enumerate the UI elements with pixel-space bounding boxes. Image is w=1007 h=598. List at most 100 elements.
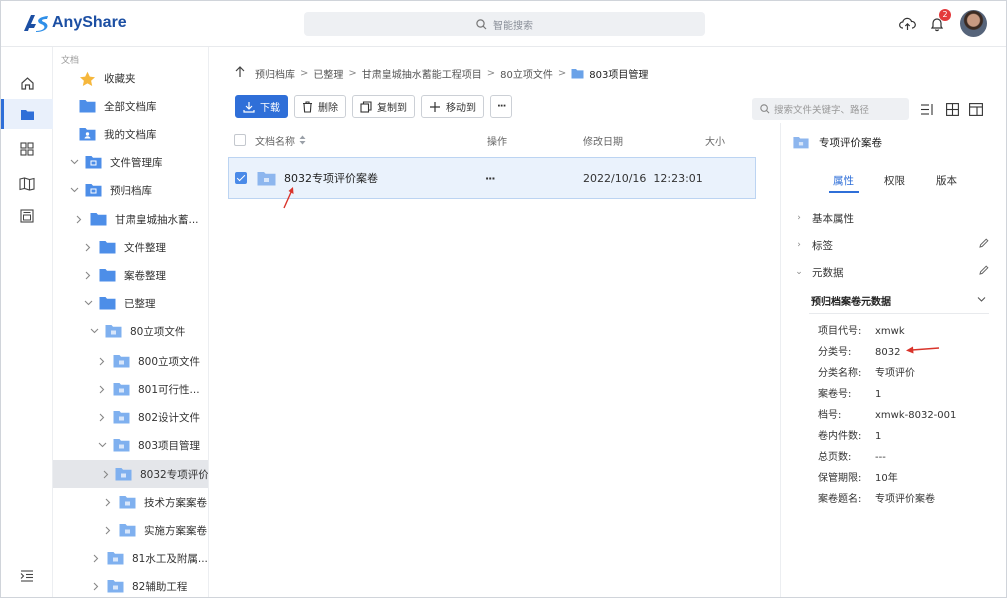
tree-item[interactable]: 802设计文件 xyxy=(53,403,208,431)
move-to-button[interactable]: 移动到 xyxy=(421,95,484,118)
move-icon xyxy=(430,101,440,112)
breadcrumb-item[interactable]: 甘肃皇城抽水蓄能工程项目 xyxy=(362,66,482,81)
library-icon xyxy=(85,183,102,197)
metadata-group-title[interactable]: 预归档案卷元数据 xyxy=(811,293,991,308)
tab-properties[interactable]: 属性 xyxy=(833,173,854,188)
home-icon[interactable] xyxy=(1,68,53,98)
section-basic-properties[interactable]: › 基本属性 xyxy=(794,209,994,227)
section-tags[interactable]: › 标签 xyxy=(794,236,994,254)
breadcrumb-separator: > xyxy=(557,68,567,79)
breadcrumb-item[interactable]: 预归档库 xyxy=(255,66,295,81)
grid-view-icon[interactable] xyxy=(944,101,960,117)
breadcrumb-item[interactable]: 已整理 xyxy=(313,66,343,81)
chevron-right-icon[interactable] xyxy=(103,497,113,507)
table-row[interactable]: 8032专项评价案卷 ··· 2022/10/16 12:23:01 xyxy=(228,157,756,199)
chevron-down-icon[interactable] xyxy=(977,293,986,306)
row-more-button[interactable]: ··· xyxy=(485,172,496,185)
app-logo[interactable]: AnyShare xyxy=(23,11,127,35)
tree-item[interactable]: 803项目管理 xyxy=(53,431,208,459)
column-size[interactable]: 大小 xyxy=(705,133,725,148)
tree-item[interactable]: 8032专项评价案 xyxy=(53,460,209,488)
chevron-right-icon[interactable] xyxy=(103,469,109,479)
detail-title-row: 专项评价案卷 xyxy=(793,135,882,150)
chevron-right-icon[interactable] xyxy=(91,553,101,563)
chevron-down-icon[interactable] xyxy=(97,440,107,450)
archive-folder-icon xyxy=(113,410,130,424)
tree-item-label: 文件整理 xyxy=(124,241,166,254)
tree-item[interactable]: 800立项文件 xyxy=(53,347,208,375)
edit-pencil-icon[interactable] xyxy=(979,238,989,251)
left-rail xyxy=(1,47,53,597)
tree-item[interactable]: 文件管理库 xyxy=(53,148,208,176)
global-search-input[interactable]: 智能搜索 xyxy=(304,12,705,36)
tree-item-label: 收藏夹 xyxy=(104,72,136,85)
tree-item[interactable]: 案卷整理 xyxy=(53,261,208,289)
download-label: 下载 xyxy=(260,103,280,114)
chevron-right-icon[interactable] xyxy=(83,242,93,252)
delete-button[interactable]: 删除 xyxy=(294,95,346,118)
tree-item[interactable]: 技术方案案卷 xyxy=(53,488,208,516)
tree-item[interactable]: 甘肃皇城抽水蓄... xyxy=(53,205,208,233)
back-arrow-icon[interactable] xyxy=(235,66,245,81)
edit-pencil-icon[interactable] xyxy=(979,265,989,278)
select-all-checkbox[interactable] xyxy=(234,134,246,146)
book-icon[interactable] xyxy=(1,169,53,199)
chevron-right-icon[interactable] xyxy=(83,270,93,280)
chevron-down-icon[interactable] xyxy=(69,185,79,195)
apps-grid-icon[interactable] xyxy=(1,134,53,164)
row-checkbox[interactable] xyxy=(235,172,247,184)
chevron-down-icon[interactable] xyxy=(89,326,99,336)
chevron-right-icon[interactable] xyxy=(97,412,107,422)
tree-item[interactable]: 文件整理 xyxy=(53,233,208,261)
documents-folder-icon[interactable] xyxy=(1,99,53,129)
chevron-right-icon[interactable] xyxy=(91,581,101,591)
tree-item[interactable]: 80立项文件 xyxy=(53,317,208,345)
download-button[interactable]: 下载 xyxy=(235,95,288,118)
user-folder-icon xyxy=(79,127,96,141)
chevron-right-icon[interactable] xyxy=(97,384,107,394)
tree-item[interactable]: 我的文档库 xyxy=(53,120,208,148)
copy-to-button[interactable]: 复制到 xyxy=(352,95,415,118)
sort-list-icon[interactable] xyxy=(919,101,935,117)
file-search-input[interactable]: 搜索文件关键字、路径 xyxy=(752,98,909,120)
row-name[interactable]: 8032专项评价案卷 xyxy=(284,170,378,186)
more-actions-button[interactable]: ··· xyxy=(490,95,513,118)
tree-item[interactable]: 已整理 xyxy=(53,289,208,317)
tree-item-label: 8032专项评价案 xyxy=(140,468,209,481)
tree-item[interactable]: 全部文档库 xyxy=(53,92,208,120)
tree-item[interactable]: 实施方案案卷 xyxy=(53,516,208,544)
contact-card-icon[interactable] xyxy=(1,201,53,231)
tree-item-label: 技术方案案卷 xyxy=(144,496,207,509)
archive-folder-icon xyxy=(107,551,124,565)
cloud-upload-icon[interactable] xyxy=(896,13,918,35)
folder-icon xyxy=(99,240,116,254)
sort-icon[interactable] xyxy=(299,135,306,145)
section-metadata[interactable]: ⌄ 元数据 xyxy=(794,263,994,281)
notification-bell-icon[interactable]: 2 xyxy=(926,9,951,35)
archive-folder-icon xyxy=(107,579,124,593)
chevron-down-icon[interactable] xyxy=(83,298,93,308)
chevron-right-icon[interactable] xyxy=(103,525,113,535)
column-name[interactable]: 文档名称 xyxy=(255,133,295,148)
tree-item[interactable]: 预归档库 xyxy=(53,176,208,204)
meta-key: 总页数: xyxy=(818,452,852,463)
meta-field: 案卷号: 1 xyxy=(818,385,881,400)
folder-icon xyxy=(99,296,116,310)
collapse-menu-icon[interactable] xyxy=(1,561,53,591)
section-label: 元数据 xyxy=(812,266,844,279)
breadcrumb-item[interactable]: 80立项文件 xyxy=(500,66,553,81)
tab-permissions[interactable]: 权限 xyxy=(884,173,905,188)
tab-versions[interactable]: 版本 xyxy=(936,173,957,188)
tree-item[interactable]: 82辅助工程 xyxy=(53,572,208,597)
tree-item[interactable]: 收藏夹 xyxy=(53,64,208,92)
avatar[interactable] xyxy=(960,10,987,37)
delete-label: 删除 xyxy=(318,103,338,114)
meta-value: 10年 xyxy=(875,473,898,484)
column-modified[interactable]: 修改日期 xyxy=(583,133,623,148)
chevron-right-icon[interactable] xyxy=(97,356,107,366)
tree-item[interactable]: 81水工及附属... xyxy=(53,544,208,572)
detail-panel-toggle-icon[interactable] xyxy=(968,101,984,117)
tree-item[interactable]: 801可行性... xyxy=(53,375,208,403)
chevron-down-icon[interactable] xyxy=(69,157,79,167)
chevron-right-icon[interactable] xyxy=(74,214,84,224)
